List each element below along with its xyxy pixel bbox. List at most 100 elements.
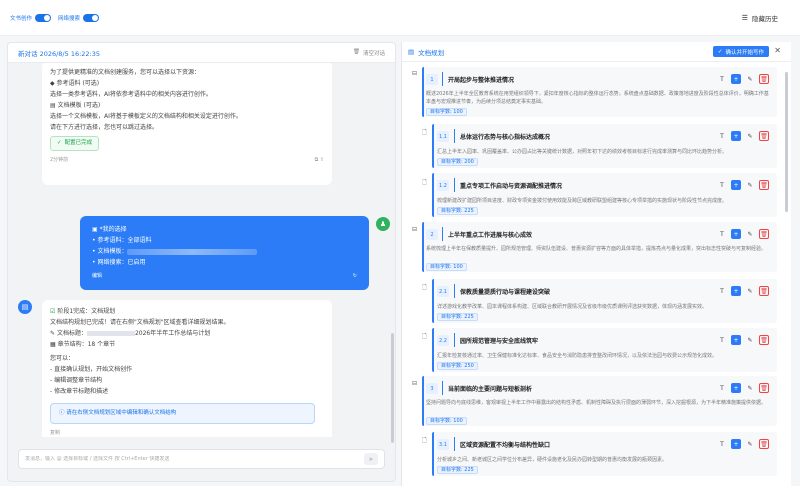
copy-icon[interactable]: ⧉ — [315, 157, 319, 163]
node-accent — [422, 222, 424, 272]
text-icon[interactable]: T — [717, 229, 727, 239]
text-icon[interactable]: T — [717, 335, 727, 345]
delete-icon[interactable]: 🗑 — [759, 335, 769, 345]
add-icon[interactable]: + — [731, 335, 741, 345]
confirm-start-writing-button[interactable]: ✓ 确认并开始写作 — [712, 46, 769, 57]
delete-icon[interactable]: 🗑 — [759, 286, 769, 296]
node-number: 2.1 — [437, 286, 449, 297]
plan-scrollbar[interactable] — [785, 72, 788, 212]
delete-icon[interactable]: 🗑 — [759, 131, 769, 141]
add-icon[interactable]: + — [731, 180, 741, 190]
add-icon[interactable]: + — [731, 383, 741, 393]
delete-icon[interactable]: 🗑 — [759, 74, 769, 84]
document-icon: ▤ — [408, 47, 415, 56]
collapse-icon[interactable]: ⊟ — [412, 226, 417, 233]
refresh-icon[interactable]: ↻ — [353, 271, 357, 282]
node-title: 区域资源配置不均衡与结构性缺口 — [460, 442, 551, 449]
node-divider — [442, 381, 443, 395]
add-icon[interactable]: + — [731, 439, 741, 449]
outline-node[interactable]: 2 上半年重点工作进展与核心成效 系统梳理上半年在保教质量提升、园所规范管理、师… — [422, 222, 777, 272]
node-number: 2 — [426, 229, 438, 240]
delete-icon[interactable]: 🗑 — [759, 180, 769, 190]
edit-icon[interactable]: ✎ — [745, 439, 755, 449]
node-actions: T + ✎ 🗑 — [717, 180, 769, 190]
edit-icon[interactable]: ✎ — [745, 383, 755, 393]
collapse-icon[interactable]: ⊟ — [412, 380, 417, 387]
doc-writing-toggle[interactable]: 文书创作 — [10, 13, 52, 23]
toggle-web-label: 网络搜索 — [58, 16, 81, 22]
node-number: 3 — [426, 383, 438, 394]
node-divider — [454, 284, 455, 298]
message-actions: ⧉ ⇧ — [315, 155, 324, 166]
clear-chat-button[interactable]: 🗑 清空对话 — [353, 49, 385, 57]
chat-panel: 新对话 2026/8/5 16:22:35 🗑 清空对话 为了提供更精准的文档创… — [7, 42, 396, 482]
edit-icon[interactable]: ✎ — [745, 180, 755, 190]
redacted-text — [127, 248, 258, 255]
text-icon[interactable]: T — [717, 131, 727, 141]
ref-desc: 选择一类参考语料，AI将依参考语料中的相关内容进行创作。 — [50, 91, 212, 98]
hide-history-button[interactable]: ☰ 隐藏历史 — [742, 13, 778, 23]
toggle-switch[interactable] — [83, 14, 100, 22]
edit-icon[interactable]: ✎ — [745, 286, 755, 296]
word-count-tag: 目标字数: 100 — [426, 417, 467, 425]
add-icon[interactable]: + — [731, 286, 741, 296]
outline-node[interactable]: 1.1 总体运行态势与核心指标达成概况 汇总上半年入园率、巩固覆盖率、公办园占比… — [432, 124, 777, 168]
outline-node[interactable]: 1 开局起步与整体推进情况 概述2026年上半年全区教育系统在用党组织领导下，紧… — [422, 67, 777, 117]
word-count-tag: 目标字数: 225 — [437, 207, 478, 215]
plan-title-wrap: ▤ 文档规划 — [408, 47, 444, 57]
delete-icon[interactable]: 🗑 — [759, 229, 769, 239]
timestamp: 2分钟前 — [50, 157, 69, 163]
node-number: 3.1 — [437, 439, 449, 450]
edit-icon[interactable]: ✎ — [745, 131, 755, 141]
text-icon[interactable]: T — [717, 74, 727, 84]
outline-node[interactable]: 1.2 重点专项工作启动与资源调配推进情况 梳理新建改扩建园所项目进度、财政专项… — [432, 173, 777, 217]
node-accent — [432, 279, 434, 323]
edit-link[interactable]: 编辑 — [92, 271, 102, 282]
message-input-bar: ➤ — [18, 449, 385, 469]
outline-node[interactable]: 2.2 园所规范管理与安全底线筑牢 汇报年检复核通过率、卫生保健标准化达标率、食… — [432, 328, 777, 372]
node-actions: T + ✎ 🗑 — [717, 229, 769, 239]
assistant-message-intro: 为了提供更精准的文档创建服务，您可以选择以下资源： ◆ 参考语料 (可选) 选择… — [42, 63, 332, 185]
stage-title: ☑ 阶段1完成：文档规划 — [50, 308, 116, 315]
chat-scrollbar[interactable] — [391, 333, 394, 443]
message-footer: 2分钟前 ⧉ ⇧ — [50, 155, 324, 166]
text-icon[interactable]: T — [717, 180, 727, 190]
user-msg-tpl: • 文档模板： — [92, 246, 357, 257]
node-divider — [454, 333, 455, 347]
plan-header: ▤ 文档规划 ✓ 确认并开始写作 ✕ — [402, 42, 791, 62]
node-actions: T + ✎ 🗑 — [717, 74, 769, 84]
toggle-switch[interactable] — [35, 14, 52, 22]
node-divider — [454, 437, 455, 451]
chat-header: 新对话 2026/8/5 16:22:35 🗑 清空对话 — [8, 43, 395, 63]
close-icon[interactable]: ✕ — [774, 46, 781, 55]
text-icon[interactable]: T — [717, 439, 727, 449]
text-icon[interactable]: T — [717, 286, 727, 296]
node-desc: 汇总上半年入园率、巩固覆盖率、公办园占比等关键统计数据，对照年初下达的绩效考核目… — [437, 149, 728, 155]
share-icon[interactable]: ⇧ — [320, 157, 324, 163]
node-desc: 分析城乡之间、新老城区之间学位分布差异，硬件设施老化及民办园转型期的普惠均衡发展… — [437, 457, 668, 463]
node-title: 园所规范管理与安全底线筑牢 — [460, 338, 539, 345]
outline-node[interactable]: 2.1 保教质量提质行动与课程建设突破 详述游戏化教学改革、园本课程体系构建、区… — [432, 279, 777, 323]
delete-icon[interactable]: 🗑 — [759, 383, 769, 393]
text-icon[interactable]: T — [717, 383, 727, 393]
collapse-icon[interactable]: ⊟ — [412, 70, 417, 77]
add-icon[interactable]: + — [731, 131, 741, 141]
edit-icon[interactable]: ✎ — [745, 229, 755, 239]
send-icon: ➤ — [368, 455, 374, 463]
node-divider — [454, 178, 455, 192]
node-desc: 详述游戏化教学改革、园本课程体系构建、区域联合教研开展情况及省级市级优质课例评选… — [437, 304, 708, 310]
send-button[interactable]: ➤ — [364, 453, 378, 465]
outline-node[interactable]: 3 当前面临的主要问题与短板剖析 坚持问题导向与底线思维，客观审视上半年工作中暴… — [422, 376, 777, 426]
copy-link[interactable]: 复制 — [50, 428, 324, 437]
edit-icon[interactable]: ✎ — [745, 335, 755, 345]
user-msg-footer: 编辑 ↻ — [92, 271, 357, 282]
delete-icon[interactable]: 🗑 — [759, 439, 769, 449]
message-input[interactable] — [25, 456, 364, 462]
outline-node[interactable]: 3.1 区域资源配置不均衡与结构性缺口 分析城乡之间、新老城区之间学位分布差异，… — [432, 432, 777, 476]
web-search-toggle[interactable]: 网络搜索 — [58, 13, 100, 23]
user-msg-title: ▣ *我的选择 — [92, 226, 127, 233]
node-title: 当前面临的主要问题与短板剖析 — [448, 386, 533, 393]
add-icon[interactable]: + — [731, 229, 741, 239]
edit-icon[interactable]: ✎ — [745, 74, 755, 84]
add-icon[interactable]: + — [731, 74, 741, 84]
